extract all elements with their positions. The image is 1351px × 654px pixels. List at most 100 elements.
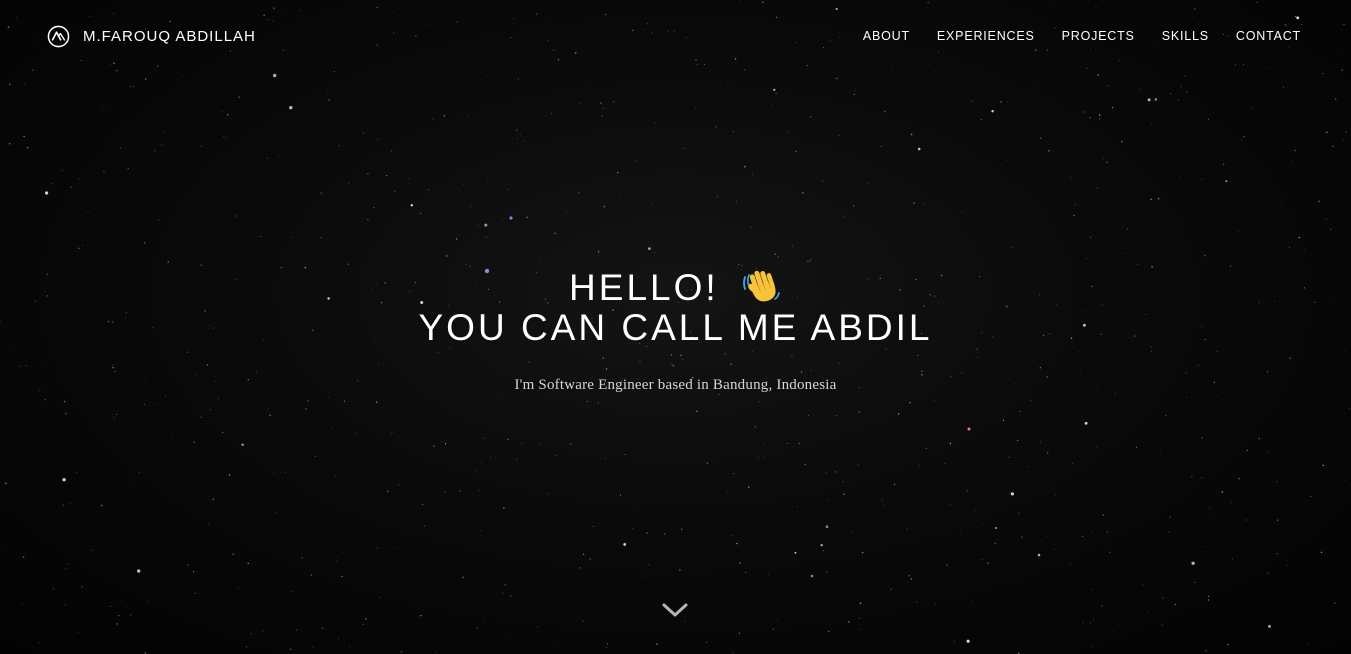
star	[1207, 599, 1210, 601]
star	[1227, 643, 1229, 646]
star	[1074, 204, 1076, 206]
nav-link-experiences[interactable]: EXPERIENCES	[937, 29, 1035, 43]
star	[750, 226, 752, 228]
star	[565, 518, 567, 520]
star	[204, 263, 206, 265]
star	[695, 107, 697, 109]
star	[838, 518, 839, 520]
star	[827, 630, 830, 633]
nav-link-about[interactable]: ABOUT	[863, 29, 910, 43]
star	[1007, 100, 1008, 102]
star	[267, 157, 269, 159]
star	[341, 551, 344, 553]
star	[1267, 572, 1270, 574]
chevron-down-icon[interactable]	[661, 600, 689, 620]
star	[1135, 230, 1136, 232]
star	[462, 576, 464, 578]
star	[777, 619, 778, 621]
star	[809, 116, 812, 118]
star	[130, 614, 132, 616]
star	[1021, 536, 1023, 538]
star	[1246, 449, 1248, 451]
star	[410, 446, 412, 447]
star	[221, 110, 223, 112]
star	[801, 114, 803, 116]
star	[1070, 177, 1072, 179]
star	[736, 542, 738, 545]
star	[21, 603, 24, 605]
nav-item-about: ABOUT	[863, 27, 910, 45]
star	[1047, 535, 1049, 537]
star	[1054, 549, 1056, 551]
star	[967, 427, 971, 431]
star	[1121, 140, 1123, 143]
brand-home-link[interactable]: M.FAROUQ ABDILLAH	[47, 25, 256, 48]
star	[1127, 228, 1128, 230]
star	[477, 489, 480, 492]
star	[172, 433, 173, 434]
star	[433, 445, 435, 447]
star	[617, 172, 619, 174]
star	[543, 593, 544, 595]
star	[428, 189, 430, 191]
star	[1325, 218, 1327, 220]
star	[81, 586, 83, 588]
star	[441, 440, 442, 442]
star	[960, 530, 961, 532]
star	[67, 563, 68, 565]
star	[747, 486, 750, 489]
star	[200, 264, 202, 266]
star	[341, 575, 343, 578]
star	[1292, 159, 1293, 161]
star	[980, 118, 983, 121]
star	[623, 542, 627, 546]
star	[144, 78, 147, 80]
star	[1298, 236, 1301, 239]
star	[922, 204, 924, 206]
star	[154, 150, 156, 152]
star	[1040, 441, 1041, 443]
star	[1204, 255, 1206, 257]
star	[183, 139, 185, 141]
star	[1136, 263, 1139, 265]
star	[134, 479, 136, 481]
star	[885, 423, 887, 425]
star	[834, 471, 837, 473]
star	[1225, 180, 1228, 183]
star	[301, 557, 303, 559]
star	[566, 210, 568, 212]
star	[415, 599, 417, 601]
star	[523, 140, 525, 142]
star	[981, 559, 983, 560]
star	[1320, 551, 1323, 554]
star	[764, 457, 765, 458]
star	[49, 88, 51, 90]
star	[1290, 609, 1292, 611]
star	[797, 461, 799, 463]
star	[250, 633, 252, 635]
star	[771, 105, 772, 106]
nav-link-projects[interactable]: PROJECTS	[1062, 29, 1135, 43]
star	[625, 202, 627, 203]
star	[392, 569, 394, 571]
nav-link-contact[interactable]: CONTACT	[1236, 29, 1301, 43]
star	[836, 77, 838, 80]
hero-headline: YOU CAN CALL ME ABDIL	[418, 307, 933, 348]
star	[362, 132, 364, 134]
star	[925, 447, 927, 449]
star	[651, 204, 653, 205]
star	[292, 236, 294, 238]
star	[386, 175, 388, 177]
star	[1229, 265, 1232, 267]
star	[913, 202, 915, 204]
star	[855, 89, 856, 91]
star	[200, 145, 202, 147]
star	[1126, 252, 1128, 254]
star	[1201, 476, 1203, 479]
star	[347, 263, 349, 265]
nav-link-skills[interactable]: SKILLS	[1162, 29, 1209, 43]
star	[1142, 584, 1144, 586]
star	[731, 535, 733, 536]
star	[1202, 545, 1204, 547]
star	[216, 500, 217, 501]
